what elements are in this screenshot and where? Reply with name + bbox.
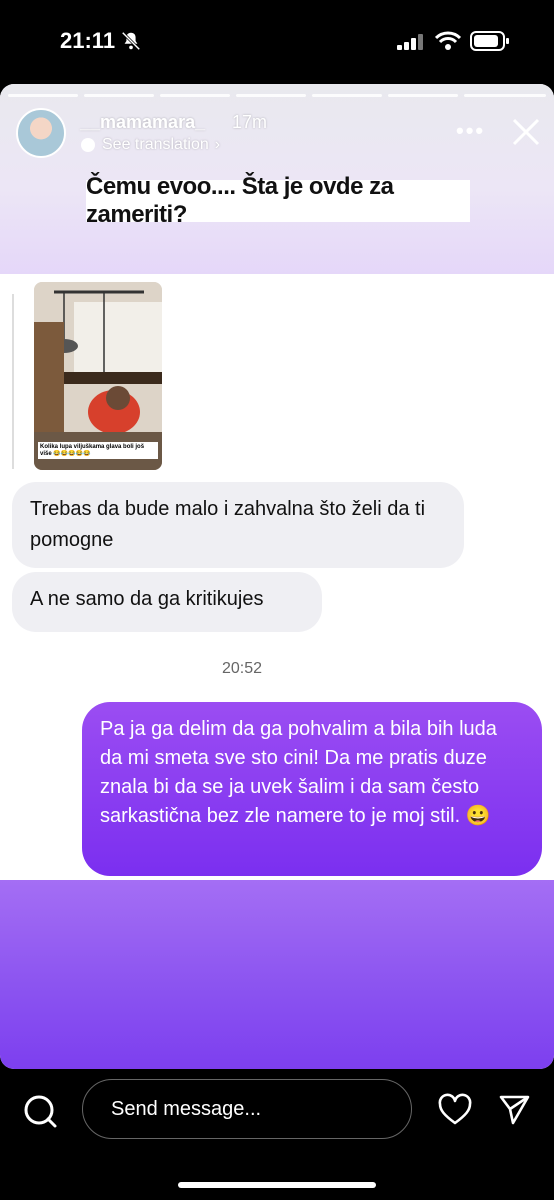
incoming-message: Trebas da bude malo i zahvalna što želi … [12, 482, 464, 568]
outgoing-message: Pa ja ga delim da ga pohvalim a bila bih… [82, 702, 542, 876]
story-progress-segment [464, 94, 546, 97]
home-indicator [178, 1182, 376, 1188]
bell-off-icon [121, 31, 141, 51]
story-time-ago: 17m [232, 112, 268, 132]
username[interactable]: __mamamara_ [80, 112, 205, 133]
shared-story-thumbnail: Kolika lupa viljuškama glava boli još vi… [34, 282, 162, 470]
camera-icon[interactable] [22, 1093, 58, 1129]
more-options-icon[interactable]: ••• [456, 118, 485, 144]
story-background-gradient [0, 880, 554, 1069]
story-progress-segment [312, 94, 382, 97]
story-progress-segment [388, 94, 458, 97]
story-card[interactable]: __mamamara_ 17m See translation › ••• Če… [0, 84, 554, 1069]
send-icon[interactable] [498, 1093, 530, 1125]
avatar[interactable] [16, 108, 66, 158]
story-progress-segment [84, 94, 154, 97]
wifi-icon [435, 31, 461, 50]
reply-indicator [12, 294, 14, 469]
translate-icon [81, 138, 95, 152]
status-time: 21:11 [60, 28, 116, 53]
story-caption: Čemu evoo.... Šta je ovde za zameriti? [86, 173, 470, 228]
heart-icon[interactable] [438, 1093, 472, 1127]
thumbnail-caption: Kolika lupa viljuškama glava boli još vi… [38, 442, 158, 459]
incoming-message: A ne samo da ga kritikujes [12, 572, 322, 632]
story-progress-segment [236, 94, 306, 97]
see-translation-label: See translation [102, 136, 209, 153]
see-translation-button[interactable]: See translation › [80, 136, 220, 154]
battery-icon [470, 31, 509, 51]
chevron-right-icon: › [214, 136, 221, 153]
chat-screenshot: Kolika lupa viljuškama glava boli još vi… [0, 274, 554, 880]
story-header-background: __mamamara_ 17m See translation › ••• Če… [0, 84, 554, 274]
send-message-input[interactable]: Send message... [82, 1079, 412, 1139]
close-icon[interactable] [510, 116, 542, 148]
story-progress-segment [8, 94, 78, 97]
message-timestamp: 20:52 [221, 660, 263, 677]
story-progress-segment [160, 94, 230, 97]
signal-icon [397, 34, 423, 50]
